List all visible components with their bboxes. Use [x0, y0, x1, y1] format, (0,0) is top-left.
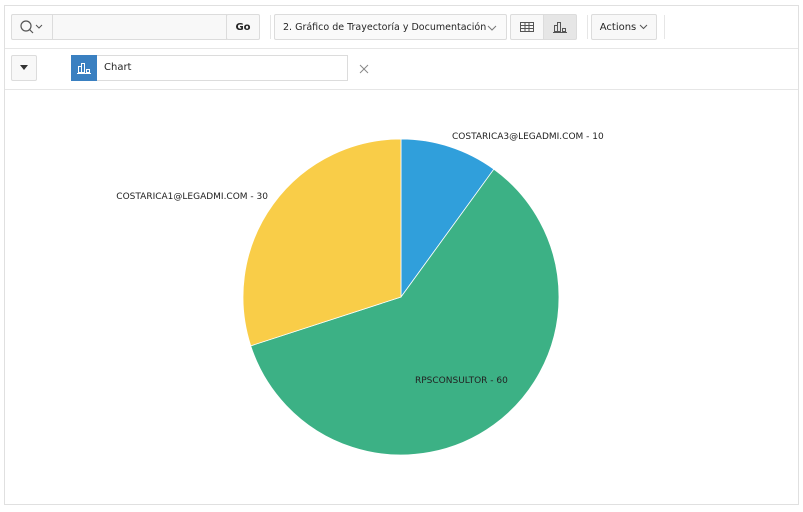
go-button[interactable]: Go	[226, 14, 260, 40]
bar-chart-icon	[77, 63, 91, 74]
bar-chart-icon	[553, 22, 567, 33]
view-chart-button[interactable]	[543, 14, 577, 40]
chart-chip-label: Chart	[104, 62, 132, 73]
saved-report-select[interactable]: 2. Gráfico de Trayectoría y Documentació…	[274, 14, 507, 40]
search-icon	[20, 20, 43, 34]
divider	[587, 15, 588, 39]
report-settings-row: Chart	[5, 48, 798, 90]
table-icon	[520, 22, 534, 32]
chevron-down-icon	[639, 24, 648, 30]
caret-down-icon	[20, 65, 28, 70]
search-column-button[interactable]	[11, 14, 53, 40]
divider	[270, 15, 271, 39]
actions-label: Actions	[599, 21, 637, 33]
chart-chip-icon-box	[71, 55, 97, 81]
divider	[664, 15, 665, 39]
view-report-button[interactable]	[510, 14, 544, 40]
report-toolbar: Go 2. Gráfico de Trayectoría y Documenta…	[5, 6, 798, 49]
actions-menu-button[interactable]: Actions	[591, 14, 657, 40]
collapse-toggle-button[interactable]	[11, 55, 37, 81]
search-input[interactable]	[52, 14, 227, 40]
chevron-down-icon	[487, 25, 497, 31]
saved-report-value: 2. Gráfico de Trayectoría y Documentació…	[283, 21, 487, 33]
chart-filter-chip[interactable]: Chart	[71, 55, 348, 81]
close-icon[interactable]	[359, 64, 369, 74]
